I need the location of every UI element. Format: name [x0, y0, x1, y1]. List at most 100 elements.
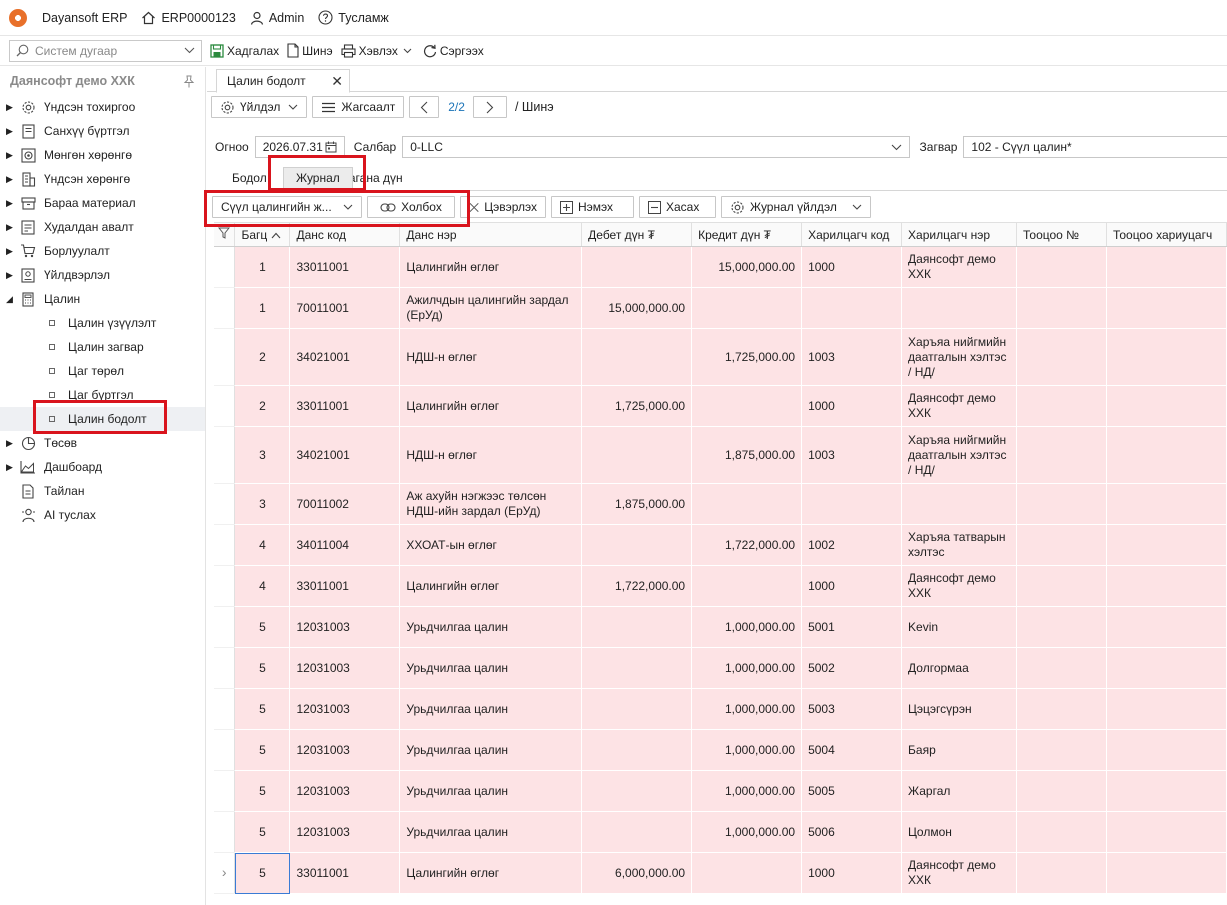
cell-partner-code[interactable]: 5006 [801, 811, 903, 853]
cell-account-name[interactable]: Урьдчилгаа цалин [399, 729, 583, 771]
cell-partner-name[interactable]: Даянсофт демо ХХК [901, 246, 1017, 288]
cell-credit[interactable]: 1,000,000.00 [691, 811, 803, 853]
cell-settlement-no[interactable] [1016, 565, 1107, 607]
branch-select[interactable]: 0-LLC [402, 136, 910, 158]
expand-arrow-icon[interactable]: ▶ [6, 198, 20, 209]
template-select[interactable]: 102 - Сүүл цалин* [963, 136, 1227, 158]
cell-account-code[interactable]: 33011001 [289, 565, 401, 607]
table-row[interactable]: 2 34021001 НДШ-н өглөг 1,725,000.00 1003 Харъ… [214, 328, 1227, 386]
cell-settlement-no[interactable] [1016, 770, 1107, 812]
cell-partner-name[interactable]: Харъяа нийгмийн даатгалын хэлтэс / НД/ [901, 426, 1017, 484]
cell-batch[interactable]: 4 [234, 524, 291, 566]
expand-arrow-icon[interactable]: ▶ [6, 150, 20, 161]
cell-credit[interactable]: 15,000,000.00 [691, 246, 803, 288]
cell-settlement-no[interactable] [1016, 811, 1107, 853]
table-row[interactable]: 5 12031003 Урьдчилгаа цалин 1,000,000.00 500… [214, 688, 1227, 730]
cell-partner-name[interactable] [901, 483, 1017, 525]
cell-settlement-no[interactable] [1016, 385, 1107, 427]
cell-partner-name[interactable]: Жаргал [901, 770, 1017, 812]
expand-arrow-icon[interactable]: ▶ [6, 246, 20, 257]
column-header-partner-code[interactable]: Харилцагч код [801, 222, 903, 247]
cell-credit[interactable] [691, 565, 803, 607]
table-row[interactable]: 4 34011004 ХХОАТ-ын өглөг 1,722,000.00 1002 Х… [214, 524, 1227, 566]
cell-settlement-owner[interactable] [1106, 483, 1227, 525]
row-indicator[interactable]: › [214, 852, 236, 894]
sidebar-item-inventory[interactable]: ▶ Бараа материал [0, 191, 205, 215]
calendar-icon[interactable] [325, 141, 337, 153]
cell-account-name[interactable]: Урьдчилгаа цалин [399, 811, 583, 853]
table-row[interactable]: 3 70011002 Аж ахуйн нэгжээс төлсөн НДШ-ийн… [214, 483, 1227, 525]
cell-settlement-no[interactable] [1016, 688, 1107, 730]
sidebar-subitem-payroll-indicator[interactable]: Цалин үзүүлэлт [0, 311, 205, 335]
cell-credit[interactable] [691, 483, 803, 525]
cell-credit[interactable] [691, 385, 803, 427]
sidebar-subitem-payroll-calculation[interactable]: Цалин бодолт [0, 407, 205, 431]
cell-debit[interactable] [581, 770, 693, 812]
cell-account-name[interactable]: Аж ахуйн нэгжээс төлсөн НДШ-ийн зардал (… [399, 483, 583, 525]
sidebar-item-sales[interactable]: ▶ Борлуулалт [0, 239, 205, 263]
column-header-batch[interactable]: Багц [234, 222, 291, 247]
cell-partner-name[interactable]: Баяр [901, 729, 1017, 771]
expand-arrow-icon[interactable]: ▶ [6, 222, 20, 233]
cell-batch[interactable]: 5 [234, 852, 291, 894]
row-indicator[interactable] [214, 647, 236, 689]
cell-account-code[interactable]: 12031003 [289, 729, 401, 771]
expand-arrow-icon[interactable]: ▶ [6, 438, 20, 449]
cell-settlement-owner[interactable] [1106, 729, 1227, 771]
cell-partner-name[interactable]: Харъяа татварын хэлтэс [901, 524, 1017, 566]
row-indicator[interactable] [214, 811, 236, 853]
cell-settlement-owner[interactable] [1106, 565, 1227, 607]
cell-debit[interactable]: 6,000,000.00 [581, 852, 693, 894]
cell-debit[interactable] [581, 647, 693, 689]
cell-partner-code[interactable]: 1000 [801, 565, 903, 607]
cell-batch[interactable]: 5 [234, 729, 291, 771]
journal-action-dropdown[interactable]: Журнал үйлдэл [721, 196, 871, 218]
cell-account-code[interactable]: 12031003 [289, 811, 401, 853]
tab-calculation[interactable]: Бодол [232, 167, 267, 189]
cell-batch[interactable]: 2 [234, 385, 291, 427]
cell-debit[interactable] [581, 246, 693, 288]
cell-batch[interactable]: 5 [234, 770, 291, 812]
cell-batch[interactable]: 5 [234, 647, 291, 689]
cell-settlement-no[interactable] [1016, 246, 1107, 288]
row-indicator[interactable] [214, 287, 236, 329]
table-row[interactable]: 5 12031003 Урьдчилгаа цалин 1,000,000.00 500… [214, 729, 1227, 771]
help-link[interactable]: Тусламж [318, 10, 389, 25]
expand-arrow-icon[interactable]: ▶ [6, 174, 20, 185]
cell-account-code[interactable]: 12031003 [289, 647, 401, 689]
cell-partner-name[interactable]: Даянсофт демо ХХК [901, 565, 1017, 607]
new-button[interactable]: Шинэ [287, 43, 333, 58]
sidebar-item-production[interactable]: ▶ Үйлдвэрлэл [0, 263, 205, 287]
cell-debit[interactable] [581, 426, 693, 484]
cell-batch[interactable]: 3 [234, 483, 291, 525]
table-row[interactable]: 4 33011001 Цалингийн өглөг 1,722,000.00 1000… [214, 565, 1227, 607]
cell-settlement-owner[interactable] [1106, 287, 1227, 329]
table-row[interactable]: 2 33011001 Цалингийн өглөг 1,725,000.00 1000… [214, 385, 1227, 427]
column-header-account-name[interactable]: Данс нэр [399, 222, 583, 247]
cell-settlement-owner[interactable] [1106, 246, 1227, 288]
cell-account-code[interactable]: 34021001 [289, 328, 401, 386]
cell-credit[interactable]: 1,725,000.00 [691, 328, 803, 386]
cell-account-name[interactable]: Цалингийн өглөг [399, 852, 583, 894]
table-row[interactable]: 5 12031003 Урьдчилгаа цалин 1,000,000.00 500… [214, 647, 1227, 689]
cell-account-name[interactable]: Цалингийн өглөг [399, 385, 583, 427]
cell-partner-name[interactable]: Харъяа нийгмийн даатгалын хэлтэс / НД/ [901, 328, 1017, 386]
sidebar-item-ai-assistant[interactable]: AI туслах [0, 503, 205, 527]
sidebar-item-purchase[interactable]: ▶ Худалдан авалт [0, 215, 205, 239]
cell-account-code[interactable]: 12031003 [289, 770, 401, 812]
cell-batch[interactable]: 2 [234, 328, 291, 386]
row-indicator[interactable] [214, 524, 236, 566]
cell-account-name[interactable]: Цалингийн өглөг [399, 565, 583, 607]
sidebar-item-report[interactable]: Тайлан [0, 479, 205, 503]
table-row[interactable]: 1 33011001 Цалингийн өглөг 15,000,000.00 100… [214, 246, 1227, 288]
print-button[interactable]: Хэвлэх [341, 44, 415, 58]
table-row[interactable]: › 5 33011001 Цалингийн өглөг 6,000,000.00 100… [214, 852, 1227, 894]
cell-partner-name[interactable]: Kevin [901, 606, 1017, 648]
cell-debit[interactable] [581, 328, 693, 386]
cell-partner-code[interactable]: 1000 [801, 852, 903, 894]
sidebar-item-cash[interactable]: ▶ Мөнгөн хөрөнгө [0, 143, 205, 167]
cell-partner-code[interactable]: 1003 [801, 426, 903, 484]
cell-partner-code[interactable] [801, 287, 903, 329]
cell-debit[interactable]: 15,000,000.00 [581, 287, 693, 329]
table-row[interactable]: 1 70011001 Ажилчдын цалингийн зардал (ЕрУд… [214, 287, 1227, 329]
